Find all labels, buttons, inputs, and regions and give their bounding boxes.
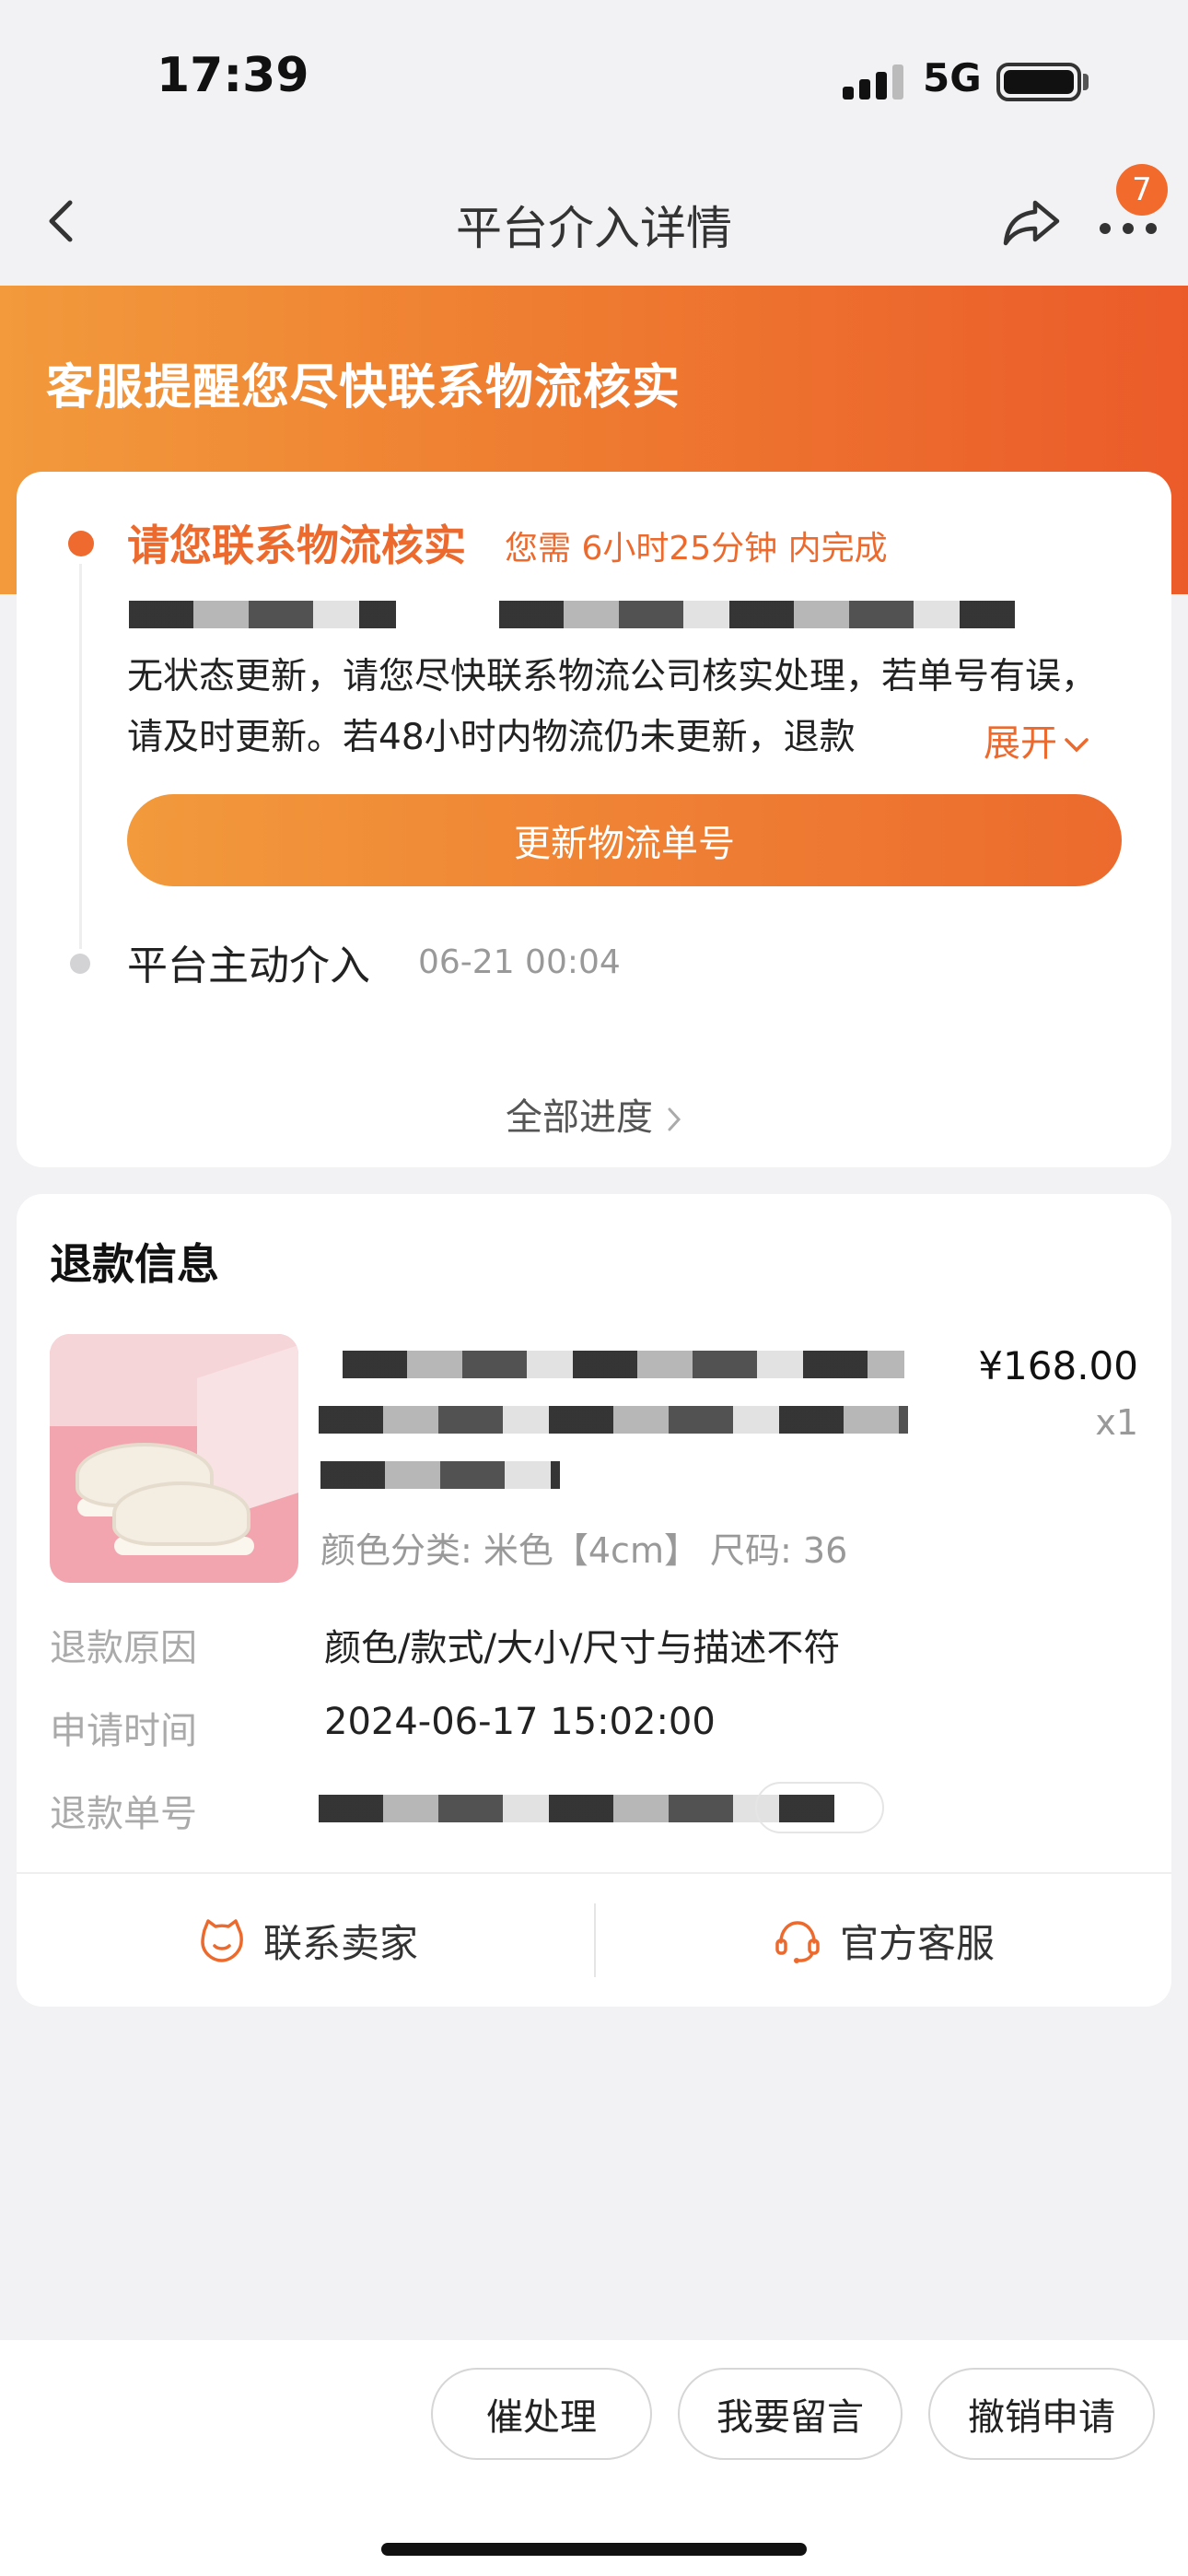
redacted-tracking-info: [129, 601, 396, 628]
urge-button[interactable]: 催处理: [431, 2368, 652, 2460]
battery-tip: [1083, 74, 1089, 90]
timeline-line: [79, 564, 82, 949]
headset-icon: [775, 1921, 820, 1963]
official-service-label: 官方客服: [840, 1920, 996, 1966]
product-spec: 颜色分类: 米色【4cm】 尺码: 36: [320, 1530, 848, 1571]
seller-chat-icon: [201, 1919, 243, 1962]
refund-info-card: 退款信息 ¥168.00 x1 颜色分类: 米色【4cm】 尺码: 36 退款原…: [17, 1194, 1171, 2007]
contact-seller-label: 联系卖家: [263, 1920, 419, 1966]
status-time: 17:39: [157, 48, 309, 103]
chevron-down-icon: [1065, 738, 1089, 753]
apply-time-label: 申请时间: [50, 1710, 197, 1752]
refund-number-label: 退款单号: [50, 1793, 197, 1835]
back-icon[interactable]: [37, 193, 92, 249]
past-step-dot: [70, 954, 90, 974]
step2-title: 平台主动介入: [127, 943, 370, 989]
step2-time: 06-21 00:04: [418, 943, 621, 981]
chevron-right-icon: [668, 1107, 681, 1131]
battery-icon: [996, 63, 1081, 101]
refund-reason-label: 退款原因: [50, 1627, 197, 1669]
nav-bar: 平台介入详情: [0, 157, 1188, 286]
cancel-request-button[interactable]: 撤销申请: [928, 2368, 1155, 2460]
status-bar: 17:39 5G: [0, 0, 1188, 157]
product-price: ¥168.00: [978, 1343, 1138, 1388]
leave-message-button[interactable]: 我要留言: [678, 2368, 903, 2460]
progress-card: 请您联系物流核实 您需 6小时25分钟 内完成 无状态更新，请您尽快联系物流公司…: [17, 472, 1171, 1167]
divider: [594, 1903, 596, 1977]
expand-link[interactable]: 展开: [984, 713, 1090, 767]
product-image[interactable]: [50, 1334, 298, 1583]
official-service-button[interactable]: 官方客服: [772, 1903, 995, 1977]
cellular-signal-icon: [843, 64, 903, 100]
all-progress-label: 全部进度: [506, 1096, 653, 1139]
all-progress-link[interactable]: 全部进度: [17, 1087, 1171, 1141]
home-indicator: [381, 2543, 807, 2556]
share-icon[interactable]: [1002, 192, 1063, 252]
redacted-product-title: [319, 1406, 908, 1434]
divider: [17, 1872, 1171, 1874]
step-title: 请您联系物流核实: [127, 521, 466, 570]
banner-text: 客服提醒您尽快联系物流核实: [46, 360, 681, 416]
product-quantity: x1: [1095, 1402, 1138, 1443]
contact-seller-button[interactable]: 联系卖家: [197, 1903, 418, 1977]
refund-reason-value: 颜色/款式/大小/尺寸与描述不符: [324, 1627, 841, 1669]
step-deadline: 您需 6小时25分钟 内完成: [505, 530, 888, 568]
bottom-action-bar: 催处理 我要留言 撤销申请: [0, 2340, 1188, 2576]
redacted-product-title: [320, 1461, 560, 1489]
redacted-tracking-info: [499, 601, 1015, 628]
active-step-dot: [68, 531, 94, 556]
network-type: 5G: [923, 55, 982, 100]
redacted-product-title: [343, 1351, 904, 1378]
notification-badge: 7: [1116, 164, 1168, 216]
refund-title: 退款信息: [50, 1239, 219, 1289]
update-tracking-button[interactable]: 更新物流单号: [127, 794, 1122, 886]
copy-button[interactable]: [755, 1782, 884, 1833]
apply-time-value: 2024-06-17 15:02:00: [324, 1701, 716, 1743]
expand-label: 展开: [984, 722, 1057, 765]
